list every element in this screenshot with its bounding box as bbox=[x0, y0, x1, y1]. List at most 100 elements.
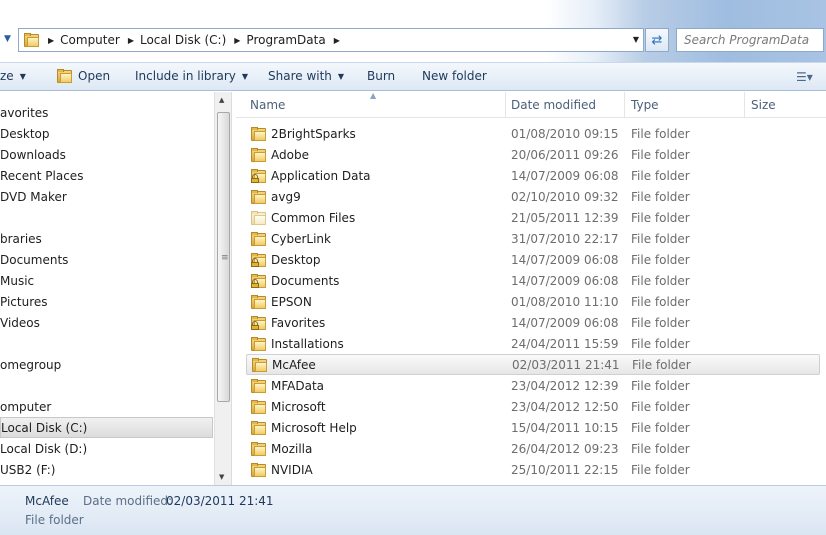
nav-item[interactable]: Music bbox=[0, 270, 213, 291]
lock-icon bbox=[251, 278, 259, 288]
scroll-up-icon[interactable]: ▲ bbox=[219, 96, 224, 104]
lock-icon bbox=[251, 257, 259, 267]
recent-pages-chevron-icon[interactable]: ▼ bbox=[4, 34, 16, 44]
scroll-down-icon[interactable]: ▼ bbox=[219, 473, 224, 481]
open-label: Open bbox=[78, 69, 111, 83]
file-row[interactable]: Documents 14/07/2009 06:08 File folder bbox=[246, 270, 820, 291]
nav-item[interactable]: Documents bbox=[0, 249, 213, 270]
file-date-modified: 31/07/2010 22:17 bbox=[511, 231, 619, 246]
change-view-icon[interactable]: ☰▾ bbox=[796, 70, 814, 84]
address-bar[interactable]: ▶ Computer ▶ Local Disk (C:) ▶ ProgramDa… bbox=[18, 28, 644, 52]
folder-icon bbox=[251, 147, 267, 162]
nav-item-label: Desktop bbox=[0, 126, 50, 141]
nav-item[interactable]: Desktop bbox=[0, 123, 213, 144]
new-folder-button[interactable]: New folder bbox=[422, 69, 487, 83]
column-header-type[interactable]: Type bbox=[625, 92, 745, 118]
file-row[interactable]: 2BrightSparks 01/08/2010 09:15 File folder bbox=[246, 123, 820, 144]
nav-item[interactable]: Recent Places bbox=[0, 165, 213, 186]
breadcrumb-arrow-icon[interactable]: ▶ bbox=[128, 36, 134, 45]
file-row[interactable]: Desktop 14/07/2009 06:08 File folder bbox=[246, 249, 820, 270]
nav-item-label: Recent Places bbox=[0, 168, 84, 183]
folder-icon bbox=[24, 33, 40, 47]
burn-button[interactable]: Burn bbox=[367, 69, 395, 83]
pane-splitter[interactable] bbox=[231, 92, 235, 485]
breadcrumb-local-disk[interactable]: Local Disk (C:) bbox=[140, 33, 226, 47]
breadcrumb-arrow-icon[interactable]: ▶ bbox=[48, 36, 54, 45]
share-with-button[interactable]: Share with ▼ bbox=[268, 69, 344, 83]
nav-item-label: Documents bbox=[0, 252, 69, 267]
nav-item-label: Videos bbox=[0, 315, 40, 330]
nav-item-label: Local Disk (D:) bbox=[0, 441, 88, 456]
nav-item[interactable]: Videos bbox=[0, 312, 213, 333]
file-row[interactable]: Adobe 20/06/2011 09:26 File folder bbox=[246, 144, 820, 165]
folder-icon bbox=[251, 189, 267, 204]
nav-item-label: Downloads bbox=[0, 147, 66, 162]
file-type: File folder bbox=[631, 273, 690, 288]
lock-icon bbox=[251, 320, 259, 330]
nav-item[interactable]: Pictures bbox=[0, 291, 213, 312]
nav-group-header[interactable]: omegroup bbox=[0, 354, 213, 375]
folder-icon bbox=[251, 231, 267, 246]
file-date-modified: 20/06/2011 09:26 bbox=[511, 147, 619, 162]
include-in-library-button[interactable]: Include in library ▼ bbox=[135, 69, 248, 83]
file-type: File folder bbox=[631, 252, 690, 267]
nav-group-header[interactable]: omputer bbox=[0, 396, 213, 417]
details-type: File folder bbox=[25, 513, 84, 527]
file-row[interactable]: Common Files 21/05/2011 12:39 File folder bbox=[246, 207, 820, 228]
breadcrumb-computer[interactable]: Computer bbox=[60, 33, 120, 47]
file-name: Mozilla bbox=[271, 441, 313, 456]
file-row[interactable]: McAfee 02/03/2011 21:41 File folder bbox=[246, 354, 820, 375]
file-type: File folder bbox=[631, 420, 690, 435]
chevron-down-icon: ▼ bbox=[241, 71, 249, 81]
nav-item-label: omputer bbox=[0, 399, 52, 414]
details-date-label: Date modified: bbox=[83, 494, 173, 508]
file-row[interactable]: MFAData 23/04/2012 12:39 File folder bbox=[246, 375, 820, 396]
column-header-size[interactable]: Size bbox=[745, 92, 826, 118]
file-date-modified: 25/10/2011 22:15 bbox=[511, 462, 619, 477]
file-name: Microsoft bbox=[271, 399, 326, 414]
file-row[interactable]: Microsoft 23/04/2012 12:50 File folder bbox=[246, 396, 820, 417]
nav-group-header[interactable]: avorites bbox=[0, 102, 213, 123]
breadcrumb-arrow-icon[interactable]: ▶ bbox=[234, 36, 240, 45]
file-type: File folder bbox=[632, 357, 691, 372]
refresh-button[interactable]: ⇄ bbox=[645, 28, 669, 52]
column-header-date[interactable]: Date modified bbox=[505, 92, 625, 118]
folder-icon bbox=[251, 294, 267, 309]
file-name: NVIDIA bbox=[271, 462, 313, 477]
file-name: 2BrightSparks bbox=[271, 126, 356, 141]
open-button[interactable]: Open bbox=[57, 69, 110, 83]
include-label: Include in library bbox=[135, 69, 236, 83]
file-row[interactable]: EPSON 01/08/2010 11:10 File folder bbox=[246, 291, 820, 312]
locked-folder-icon bbox=[251, 315, 267, 330]
nav-item[interactable]: USB2 (F:) bbox=[0, 459, 213, 480]
file-date-modified: 24/04/2011 15:59 bbox=[511, 336, 619, 351]
file-row[interactable]: Mozilla 26/04/2012 09:23 File folder bbox=[246, 438, 820, 459]
file-row[interactable]: Installations 24/04/2011 15:59 File folder bbox=[246, 333, 820, 354]
breadcrumb-arrow-icon[interactable]: ▶ bbox=[334, 36, 340, 45]
file-row[interactable]: Application Data 14/07/2009 06:08 File fol… bbox=[246, 165, 820, 186]
nav-item[interactable]: Local Disk (D:) bbox=[0, 438, 213, 459]
file-row[interactable]: NVIDIA 25/10/2011 22:15 File folder bbox=[246, 459, 820, 480]
nav-item[interactable]: Local Disk (C:) bbox=[0, 417, 213, 438]
folder-icon bbox=[251, 399, 267, 414]
file-name: Common Files bbox=[271, 210, 356, 225]
nav-group-header[interactable]: braries bbox=[0, 228, 213, 249]
scrollbar-thumb[interactable]: ≡ bbox=[217, 112, 230, 402]
file-name: Application Data bbox=[271, 168, 371, 183]
breadcrumb-programdata[interactable]: ProgramData bbox=[246, 33, 325, 47]
file-row[interactable]: Favorites 14/07/2009 06:08 File folder bbox=[246, 312, 820, 333]
organize-button[interactable]: ze ▼ bbox=[0, 69, 26, 83]
file-row[interactable]: CyberLink 31/07/2010 22:17 File folder bbox=[246, 228, 820, 249]
file-row[interactable]: avg9 02/10/2010 09:32 File folder bbox=[246, 186, 820, 207]
file-row[interactable]: Microsoft Help 15/04/2011 10:15 File folde… bbox=[246, 417, 820, 438]
navigation-scrollbar[interactable]: ▲ ≡ ▼ bbox=[214, 92, 231, 485]
file-type: File folder bbox=[631, 336, 690, 351]
nav-item[interactable]: Downloads bbox=[0, 144, 213, 165]
file-name: EPSON bbox=[271, 294, 312, 309]
refresh-icon: ⇄ bbox=[651, 32, 663, 48]
nav-item-label: USB2 (F:) bbox=[0, 462, 56, 477]
search-input[interactable]: Search ProgramData bbox=[676, 28, 824, 52]
address-dropdown-icon[interactable]: ▼ bbox=[633, 35, 639, 44]
nav-item[interactable]: DVD Maker bbox=[0, 186, 213, 207]
file-type: File folder bbox=[631, 231, 690, 246]
